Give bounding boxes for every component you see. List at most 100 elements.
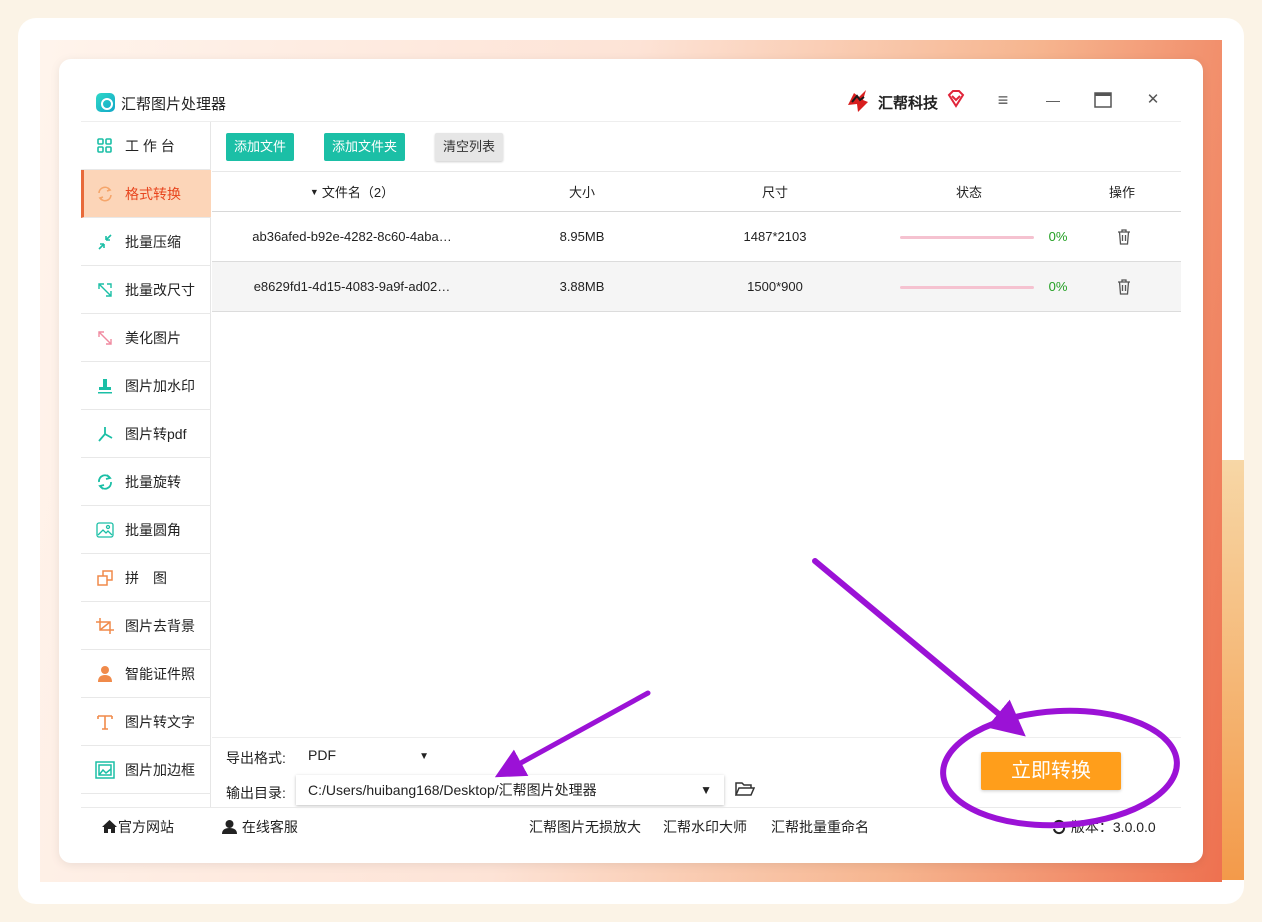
sidebar-item-workbench[interactable]: 工 作 台 <box>81 122 211 170</box>
table-row[interactable]: ab36afed-b92e-4282-8c60-4aba… 8.95MB 148… <box>212 212 1181 262</box>
format-label: 导出格式: <box>226 750 286 766</box>
convert-icon <box>98 186 112 202</box>
column-header-name[interactable]: ▼ 文件名（2） <box>252 172 452 211</box>
convert-now-button[interactable]: 立即转换 <box>981 752 1121 790</box>
rotate-icon <box>98 474 112 490</box>
app-title: 汇帮图片处理器 <box>121 96 227 113</box>
text-icon <box>97 715 113 730</box>
sidebar-item-batch-rotate[interactable]: 批量旋转 <box>81 458 211 506</box>
table-row[interactable]: e8629fd1-4d15-4083-9a9f-ad02… 3.88MB 150… <box>212 262 1181 312</box>
refresh-icon <box>1052 819 1066 835</box>
sidebar-item-round-corners[interactable]: 批量圆角 <box>81 506 211 554</box>
sort-down-icon: ▼ <box>309 186 319 197</box>
sidebar-item-remove-bg[interactable]: 图片去背景 <box>81 602 211 650</box>
caret-down-icon: ▼ <box>700 783 712 797</box>
status-divider <box>81 807 1181 808</box>
sidebar-item-label: 批量旋转 <box>125 473 181 490</box>
support-agent-icon <box>222 820 237 834</box>
sidebar-item-beautify[interactable]: 美化图片 <box>81 314 211 362</box>
title-bar: 汇帮图片处理器 汇帮科技 ≡ — ✕ <box>59 59 1203 121</box>
sidebar-item-add-border[interactable]: 图片加边框 <box>81 746 211 794</box>
version-info: 版本：3.0.0.0 <box>1051 817 1156 837</box>
format-value: PDF <box>308 747 336 763</box>
vip-diamond-icon[interactable] <box>946 89 966 109</box>
sidebar-item-label: 工 作 台 <box>125 137 175 154</box>
file-dimensions: 1487*2103 <box>743 229 807 244</box>
progress-percent: 0% <box>1048 229 1068 244</box>
app-window: 汇帮图片处理器 汇帮科技 ≡ — ✕ 工 作 台 格式转换 批量压缩 批量改尺寸… <box>59 59 1203 863</box>
beautify-icon <box>98 331 112 345</box>
sidebar-item-label: 批量压缩 <box>125 233 181 250</box>
output-dir-value: C:/Users/huibang168/Desktop/汇帮图片处理器 <box>308 782 597 798</box>
column-header-status: 状态 <box>955 185 982 200</box>
output-dir-label: 输出目录: <box>226 785 286 801</box>
sidebar-item-label: 批量圆角 <box>125 521 181 538</box>
minimize-icon[interactable]: — <box>1042 89 1064 111</box>
brand-logo-icon <box>848 90 868 112</box>
progress-bar <box>900 286 1034 289</box>
maximize-icon[interactable] <box>1092 89 1114 111</box>
output-dir-select[interactable]: C:/Users/huibang168/Desktop/汇帮图片处理器 ▼ <box>296 775 724 805</box>
settings-divider <box>212 737 1181 738</box>
sidebar: 工 作 台 格式转换 批量压缩 批量改尺寸 美化图片 图片加水印 图片转pdf <box>81 122 211 808</box>
sidebar-item-label: 图片加边框 <box>125 761 195 778</box>
caret-down-icon: ▼ <box>419 751 429 762</box>
frame-icon <box>95 761 115 779</box>
file-name: e8629fd1-4d15-4083-9a9f-ad02… <box>253 279 451 294</box>
person-icon <box>98 666 112 682</box>
sidebar-item-label: 智能证件照 <box>125 665 195 682</box>
sidebar-item-label: 图片转文字 <box>125 713 195 730</box>
batch-rename-link[interactable]: 汇帮批量重命名 <box>771 817 869 837</box>
brand-name: 汇帮科技 <box>878 95 939 112</box>
sidebar-item-format-convert[interactable]: 格式转换 <box>81 170 211 218</box>
file-size: 8.95MB <box>559 229 605 244</box>
sidebar-item-label: 图片去背景 <box>125 617 195 634</box>
column-header-dimensions: 尺寸 <box>761 185 788 200</box>
table-header: ▼ 文件名（2） 大小 尺寸 状态 操作 <box>212 171 1181 212</box>
column-header-size: 大小 <box>568 185 595 200</box>
sidebar-item-label: 拼 图 <box>125 569 167 586</box>
clear-list-button[interactable]: 清空列表 <box>435 133 503 161</box>
sidebar-item-collage[interactable]: 拼 图 <box>81 554 211 602</box>
folder-open-icon[interactable] <box>735 781 755 797</box>
resize-icon <box>98 283 112 297</box>
sidebar-item-watermark[interactable]: 图片加水印 <box>81 362 211 410</box>
column-header-action: 操作 <box>1108 185 1135 200</box>
file-dimensions: 1500*900 <box>747 279 803 294</box>
sidebar-item-batch-compress[interactable]: 批量压缩 <box>81 218 211 266</box>
sidebar-item-label: 格式转换 <box>125 185 181 202</box>
add-file-button[interactable]: 添加文件 <box>226 133 294 161</box>
progress-percent: 0% <box>1048 279 1068 294</box>
title-divider <box>81 121 1181 122</box>
sidebar-item-to-text[interactable]: 图片转文字 <box>81 698 211 746</box>
format-select[interactable]: PDF ▼ <box>308 747 433 769</box>
add-folder-button[interactable]: 添加文件夹 <box>324 133 405 161</box>
compress-icon <box>98 234 112 250</box>
sidebar-item-label: 批量改尺寸 <box>125 281 195 298</box>
trash-icon[interactable] <box>1117 279 1131 295</box>
home-icon <box>102 820 117 833</box>
progress-bar <box>900 236 1034 239</box>
sidebar-item-to-pdf[interactable]: 图片转pdf <box>81 410 211 458</box>
app-logo-icon <box>96 93 115 112</box>
pdf-icon <box>98 427 113 442</box>
crop-icon <box>96 618 114 634</box>
watermark-master-link[interactable]: 汇帮水印大师 <box>663 817 747 837</box>
puzzle-icon <box>97 570 113 586</box>
stamp-icon <box>98 379 112 394</box>
file-name: ab36afed-b92e-4282-8c60-4aba… <box>252 229 452 244</box>
sidebar-item-batch-resize[interactable]: 批量改尺寸 <box>81 266 211 314</box>
file-size: 3.88MB <box>559 279 605 294</box>
sidebar-item-label: 图片加水印 <box>125 377 195 394</box>
online-support-link[interactable]: 在线客服 <box>221 817 298 837</box>
close-icon[interactable]: ✕ <box>1142 89 1164 111</box>
grid-icon <box>97 138 112 153</box>
sidebar-item-id-photo[interactable]: 智能证件照 <box>81 650 211 698</box>
trash-icon[interactable] <box>1117 229 1131 245</box>
menu-icon[interactable]: ≡ <box>992 89 1014 111</box>
sidebar-item-label: 图片转pdf <box>125 425 187 442</box>
official-site-link[interactable]: 官方网站 <box>101 817 174 837</box>
sidebar-item-label: 美化图片 <box>125 329 181 346</box>
lossless-enlarge-link[interactable]: 汇帮图片无损放大 <box>529 817 641 837</box>
image-icon <box>96 522 114 538</box>
